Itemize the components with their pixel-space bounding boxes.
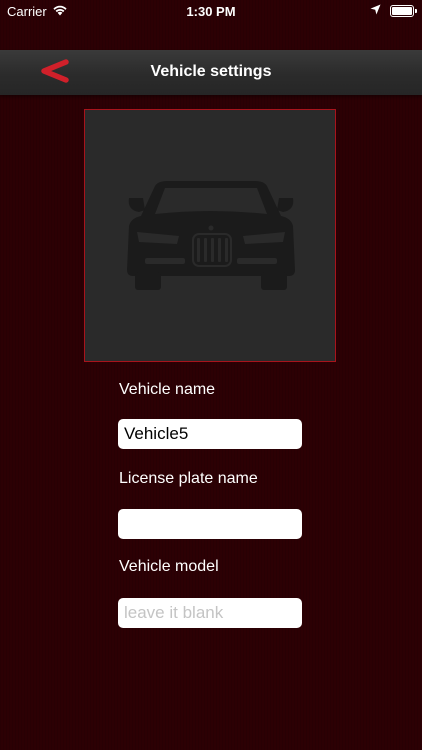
battery-tip	[415, 8, 417, 13]
page-title: Vehicle settings	[150, 63, 272, 80]
vehicle-model-label: Vehicle model	[119, 558, 219, 575]
location-arrow-icon	[370, 3, 381, 18]
license-plate-input[interactable]	[118, 509, 302, 539]
vehicle-image-button[interactable]	[84, 109, 336, 362]
navigation-bar: Vehicle settings	[0, 50, 422, 95]
status-right	[370, 3, 417, 18]
battery-fill	[392, 6, 412, 15]
battery-icon	[390, 4, 417, 17]
vehicle-name-label: Vehicle name	[119, 381, 216, 398]
vehicle-name-input[interactable]	[118, 419, 302, 449]
status-bar: Carrier 1:30 PM	[0, 0, 422, 22]
license-plate-label: License plate name	[119, 470, 258, 487]
vehicle-model-input[interactable]	[118, 598, 302, 628]
status-time: 1:30 PM	[186, 4, 236, 19]
